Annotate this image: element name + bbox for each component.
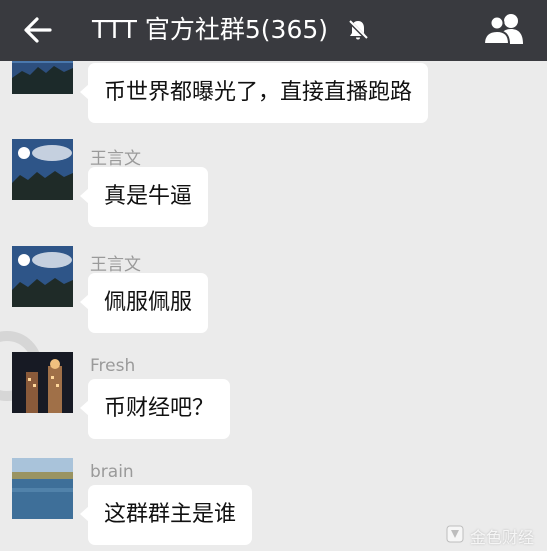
sender-name: brain: [90, 462, 134, 482]
watermark-logo-icon: [446, 525, 464, 543]
group-members-icon[interactable]: [482, 11, 526, 47]
sky-avatar-image: [12, 61, 73, 94]
watermark-text: 金色财经: [470, 528, 535, 547]
avatar[interactable]: [12, 61, 73, 94]
message-bubble[interactable]: 币财经吧？: [79, 379, 231, 439]
message-bubble[interactable]: 真是牛逼: [79, 167, 209, 227]
sender-name: Fresh: [90, 356, 136, 376]
lake-avatar-image: [12, 458, 73, 519]
sender-name: 王言文: [90, 149, 141, 169]
message-list[interactable]: 币世界都曝光了，直接直播跑路 王言文 真是牛逼 王言文 佩服佩服 Fresh 币…: [0, 61, 547, 551]
sky-avatar-image: [12, 246, 73, 307]
avatar[interactable]: [12, 246, 73, 307]
mute-bell-icon: [347, 19, 369, 41]
message-bubble[interactable]: 佩服佩服: [79, 273, 209, 333]
chat-title: TTT 官方社群5(365): [92, 15, 329, 44]
sky-avatar-image: [12, 139, 73, 200]
avatar[interactable]: [12, 352, 73, 413]
avatar[interactable]: [12, 458, 73, 519]
message-bubble[interactable]: 币世界都曝光了，直接直播跑路: [79, 63, 429, 123]
sender-name: 王言文: [90, 255, 141, 275]
avatar[interactable]: [12, 139, 73, 200]
watermark: 金色财经: [446, 523, 546, 547]
message-bubble[interactable]: 这群群主是谁: [79, 485, 253, 545]
back-arrow-icon[interactable]: [20, 12, 56, 48]
night-building-avatar-image: [12, 352, 73, 413]
chat-header: TTT 官方社群5(365): [0, 0, 547, 61]
